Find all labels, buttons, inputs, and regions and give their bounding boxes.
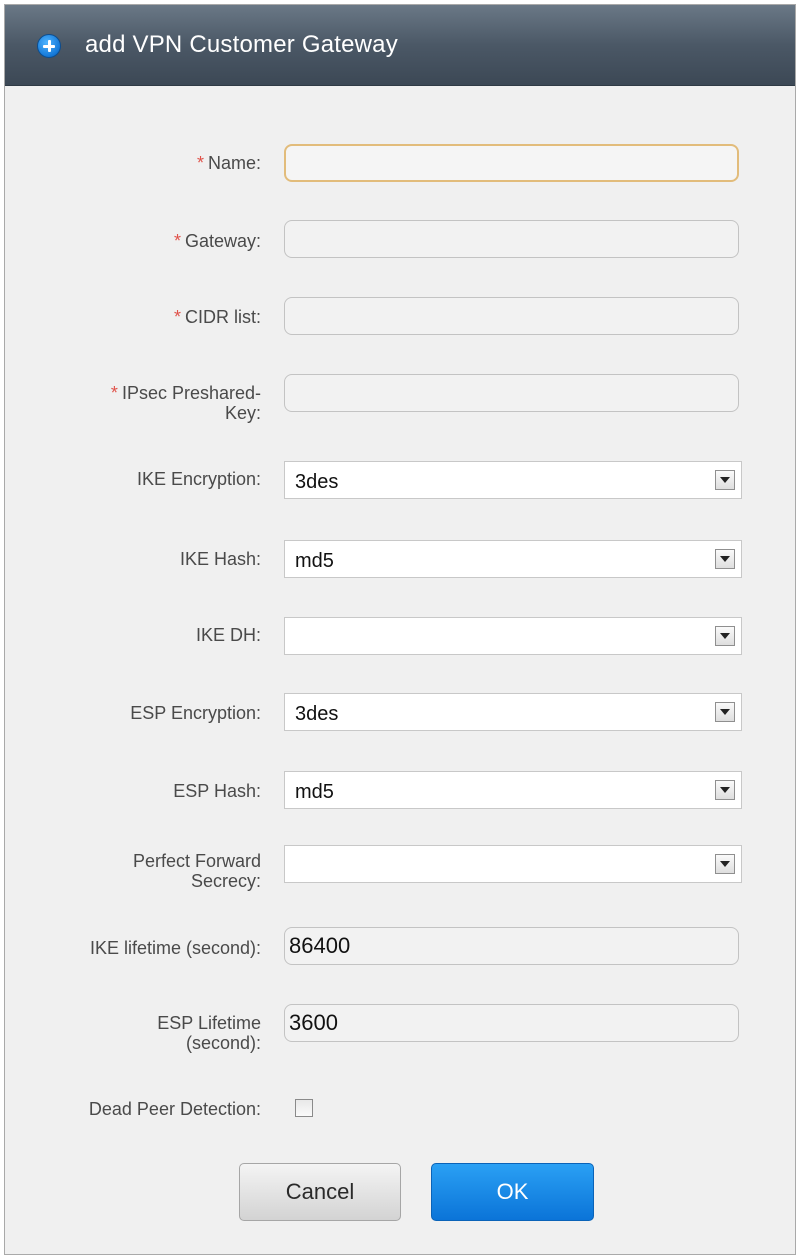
dead-peer-detection-checkbox[interactable] <box>295 1099 313 1117</box>
ike-dh-label: IKE DH: <box>195 625 261 645</box>
esp-encryption-select[interactable]: 3des <box>284 693 742 731</box>
ipsec-preshared-key-label: * IPsec Preshared- Key: <box>110 383 261 423</box>
gateway-input[interactable] <box>284 220 739 258</box>
esp-hash-label: ESP Hash: <box>173 781 261 801</box>
ike-hash-label: IKE Hash: <box>179 549 261 569</box>
select-value: md5 <box>295 781 334 803</box>
cidr-list-label: * CIDR list: <box>173 307 261 327</box>
ike-lifetime-label: IKE lifetime (second): <box>89 938 261 958</box>
dialog-titlebar: add VPN Customer Gateway <box>5 5 795 86</box>
esp-hash-select[interactable]: md5 <box>284 771 742 809</box>
cancel-button[interactable]: Cancel <box>239 1163 401 1221</box>
ok-button[interactable]: OK <box>431 1163 594 1221</box>
ipsec-preshared-key-input[interactable] <box>284 374 739 412</box>
dropdown-arrow-icon[interactable] <box>715 470 735 490</box>
dropdown-arrow-icon[interactable] <box>715 780 735 800</box>
perfect-forward-secrecy-label: Perfect Forward Secrecy: <box>132 851 261 891</box>
plus-circle-icon <box>37 34 61 58</box>
add-vpn-customer-gateway-dialog: add VPN Customer Gateway * Name: * Gateway… <box>4 4 796 1255</box>
required-asterisk: * <box>196 153 204 173</box>
cidr-list-input[interactable] <box>284 297 739 335</box>
required-asterisk: * <box>110 383 118 403</box>
dropdown-arrow-icon[interactable] <box>715 626 735 646</box>
required-asterisk: * <box>173 307 181 327</box>
ike-lifetime-input[interactable] <box>284 927 739 965</box>
name-label: * Name: <box>196 153 261 173</box>
dialog-title: add VPN Customer Gateway <box>85 31 398 58</box>
dead-peer-detection-label: Dead Peer Detection: <box>88 1099 261 1119</box>
select-value: 3des <box>295 703 339 725</box>
dropdown-arrow-icon[interactable] <box>715 702 735 722</box>
perfect-forward-secrecy-select[interactable] <box>284 845 742 883</box>
esp-lifetime-label: ESP Lifetime (second): <box>157 1013 261 1053</box>
name-input[interactable] <box>284 144 739 182</box>
esp-encryption-label: ESP Encryption: <box>130 703 261 723</box>
required-asterisk: * <box>173 231 181 251</box>
ike-dh-select[interactable] <box>284 617 742 655</box>
dropdown-arrow-icon[interactable] <box>715 854 735 874</box>
esp-lifetime-input[interactable] <box>284 1004 739 1042</box>
ike-hash-select[interactable]: md5 <box>284 540 742 578</box>
ike-encryption-label: IKE Encryption: <box>136 469 261 489</box>
gateway-label: * Gateway: <box>173 231 261 251</box>
ike-encryption-select[interactable]: 3des <box>284 461 742 499</box>
dropdown-arrow-icon[interactable] <box>715 549 735 569</box>
select-value: 3des <box>295 471 339 493</box>
select-value: md5 <box>295 550 334 572</box>
